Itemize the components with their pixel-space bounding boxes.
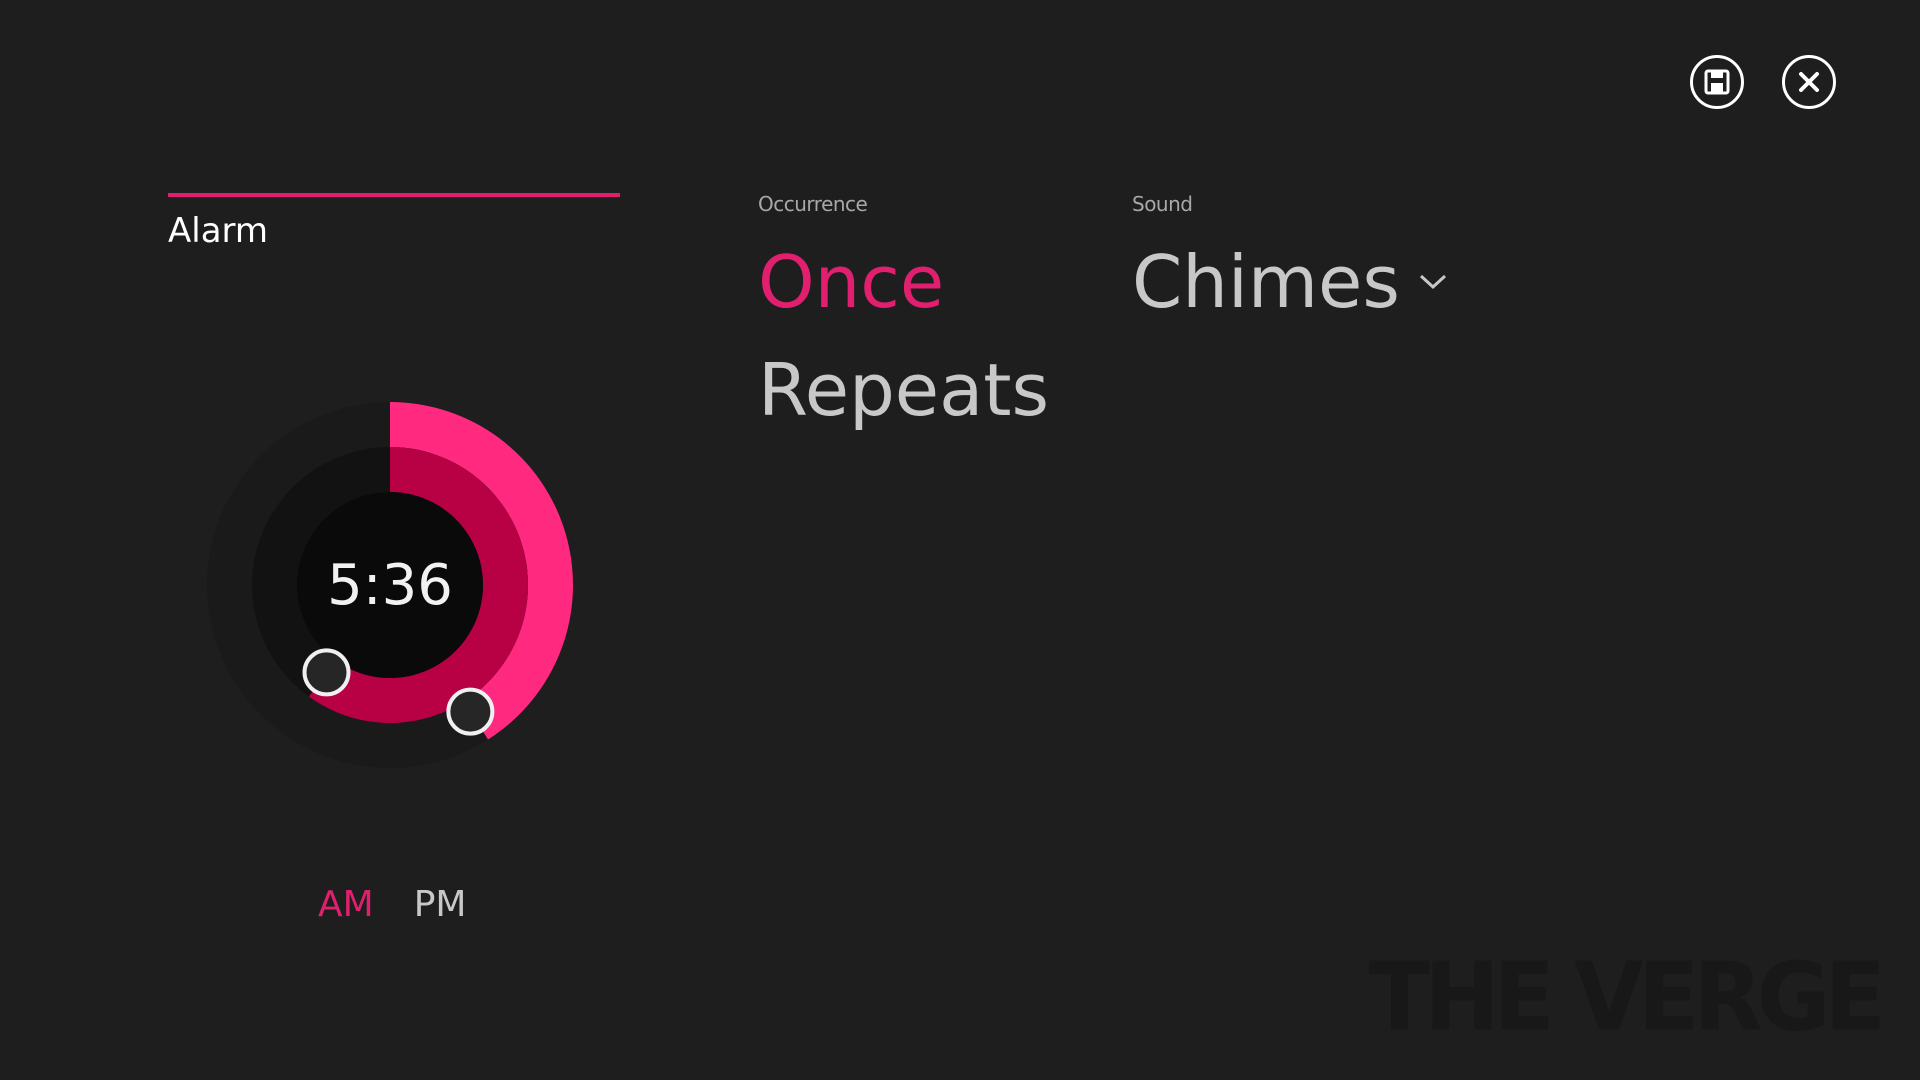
time-dial-graphic: [207, 402, 574, 768]
alarm-editor-screen: Alarm 5:36 AM PM Occurrence Once Repeats: [0, 0, 1920, 1080]
chevron-down-icon: [1419, 274, 1446, 290]
am-option[interactable]: AM: [318, 884, 374, 925]
occurrence-label: Occurrence: [758, 192, 868, 216]
close-button[interactable]: [1782, 55, 1836, 109]
save-icon: [1704, 69, 1730, 95]
hour-handle[interactable]: [446, 687, 495, 736]
alarm-name-underline: [168, 193, 620, 197]
toolbar: [1690, 55, 1836, 109]
occurrence-option-once[interactable]: Once: [758, 228, 1049, 336]
minute-handle[interactable]: [302, 648, 351, 697]
sound-label: Sound: [1132, 192, 1193, 216]
close-icon: [1799, 72, 1819, 92]
occurrence-section: Occurrence Once Repeats: [758, 192, 1049, 444]
time-dial[interactable]: 5:36: [160, 355, 620, 815]
meridiem-toggle: AM PM: [318, 884, 466, 925]
watermark-logo: THE VERGE: [1368, 942, 1886, 1053]
save-button[interactable]: [1690, 55, 1744, 109]
alarm-name-field[interactable]: Alarm: [168, 193, 620, 251]
sound-dropdown[interactable]: Chimes: [1132, 228, 1448, 336]
sound-value: Chimes: [1132, 240, 1400, 324]
sound-section: Sound Chimes: [1132, 192, 1448, 336]
occurrence-option-repeats[interactable]: Repeats: [758, 336, 1049, 444]
alarm-name-label: Alarm: [168, 211, 269, 251]
pm-option[interactable]: PM: [414, 884, 467, 925]
